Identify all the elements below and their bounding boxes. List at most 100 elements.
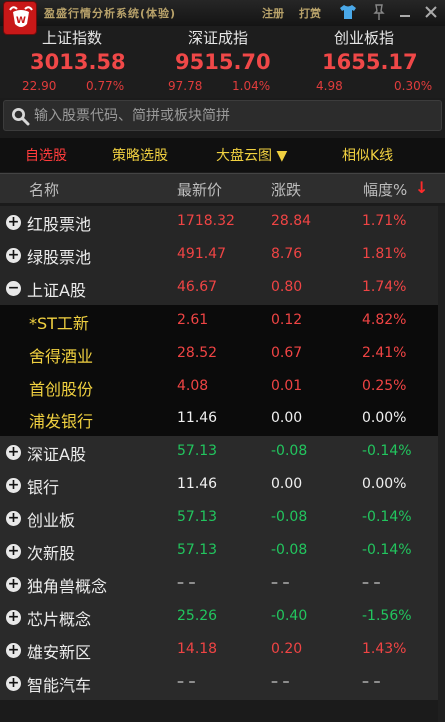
row-price: 57.13: [177, 509, 218, 526]
toggle-glyph: +: [7, 477, 20, 494]
row-name: 次新股: [27, 544, 76, 563]
app-title: 盈盛行情分析系统(体验): [44, 7, 177, 20]
header-pct[interactable]: 幅度%: [363, 179, 407, 200]
row-change: 0.20: [271, 640, 303, 657]
expand-icon[interactable]: +: [6, 641, 21, 658]
table-row[interactable]: + 深证A股 57.13 -0.08 -0.14%: [0, 436, 445, 470]
row-change: – –: [271, 574, 290, 591]
row-pct: -1.56%: [362, 607, 412, 624]
tab-strategy[interactable]: 策略选股: [112, 145, 168, 165]
toggle-glyph: +: [7, 674, 20, 691]
pin-icon[interactable]: [370, 3, 388, 21]
table-row[interactable]: 舍得酒业 28.52 0.67 2.41%: [0, 337, 445, 371]
row-name: 银行: [27, 478, 60, 498]
register-link[interactable]: 注册: [262, 5, 284, 21]
row-name: 深证A股: [27, 445, 86, 465]
row-price: 28.52: [177, 344, 218, 361]
table-row[interactable]: + 绿股票池 491.47 8.76 1.81%: [0, 238, 445, 272]
expand-icon[interactable]: +: [6, 444, 21, 461]
expand-icon[interactable]: +: [6, 215, 21, 230]
search-input[interactable]: [34, 103, 434, 128]
row-pct: 2.41%: [362, 344, 407, 361]
scrollbar[interactable]: [438, 206, 445, 722]
table-row[interactable]: + 银行 11.46 0.00 0.00%: [0, 469, 445, 503]
index-shanghai[interactable]: 上证指数 3013.58 22.90 0.77%: [0, 26, 148, 98]
shirt-icon[interactable]: [339, 3, 357, 21]
row-price: 1718.32: [177, 213, 235, 229]
tab-bar: 自选股 策略选股 大盘云图 ▼ 相似K线: [0, 138, 445, 172]
row-name: 上证A股: [27, 280, 86, 300]
header-change[interactable]: 涨跌: [271, 179, 301, 200]
row-price: 11.46: [177, 410, 218, 427]
index-value: 1655.17: [322, 50, 418, 74]
row-pct: 1.43%: [362, 640, 407, 657]
row-name: 浦发银行: [29, 412, 94, 432]
row-price: 57.13: [177, 443, 218, 460]
index-name: 深证成指: [188, 29, 249, 47]
app-logo-icon: W: [3, 1, 37, 35]
row-change: -0.40: [271, 607, 308, 624]
expand-icon[interactable]: +: [6, 477, 21, 494]
collapse-icon[interactable]: −: [6, 280, 21, 296]
toggle-glyph: +: [7, 444, 20, 461]
header-name[interactable]: 名称: [29, 179, 59, 200]
row-pct: – –: [362, 574, 381, 591]
expand-icon[interactable]: +: [6, 674, 21, 691]
row-name: 雄安新区: [27, 642, 92, 662]
table-row[interactable]: + 独角兽概念 – – – – – –: [0, 567, 445, 601]
expand-icon[interactable]: +: [6, 510, 21, 527]
index-change: 4.98: [316, 79, 343, 93]
toggle-glyph: +: [7, 575, 20, 592]
search-icon: [10, 106, 30, 126]
table-row[interactable]: *ST工新 2.61 0.12 4.82%: [0, 304, 445, 338]
index-pct: 0.30%: [394, 79, 433, 93]
search-box[interactable]: [3, 100, 442, 131]
tab-market-cloud[interactable]: 大盘云图 ▼: [216, 145, 287, 165]
row-pct: -0.14%: [362, 443, 412, 460]
row-price: 46.67: [177, 278, 218, 295]
toggle-glyph: +: [7, 246, 20, 263]
toggle-glyph: +: [7, 510, 20, 527]
table-row[interactable]: + 智能汽车 – – – – – –: [0, 666, 445, 700]
table-row[interactable]: + 次新股 57.13 -0.08 -0.14%: [0, 535, 445, 568]
row-change: 28.84: [271, 213, 312, 229]
table-row[interactable]: 浦发银行 11.46 0.00 0.00%: [0, 403, 445, 437]
minimize-icon[interactable]: [396, 3, 414, 21]
table-row[interactable]: + 雄安新区 14.18 0.20 1.43%: [0, 633, 445, 667]
row-pct: 4.82%: [362, 311, 407, 328]
row-price: 491.47: [177, 245, 226, 262]
row-name: 芯片概念: [27, 609, 92, 629]
toggle-glyph: +: [7, 543, 20, 559]
table-row[interactable]: − 上证A股 46.67 0.80 1.74%: [0, 271, 445, 305]
header-price[interactable]: 最新价: [177, 179, 222, 200]
index-name: 上证指数: [42, 29, 103, 47]
tip-link[interactable]: 打赏: [299, 5, 321, 21]
row-pct: -0.14%: [362, 542, 412, 558]
row-change: -0.08: [271, 542, 308, 558]
table-row[interactable]: + 创业板 57.13 -0.08 -0.14%: [0, 502, 445, 536]
table-row[interactable]: + 芯片概念 25.26 -0.40 -1.56%: [0, 600, 445, 634]
expand-icon[interactable]: +: [6, 575, 21, 592]
index-shenzhen[interactable]: 深证成指 9515.70 97.78 1.04%: [148, 26, 296, 98]
row-change: -0.08: [271, 509, 308, 526]
sort-desc-icon[interactable]: ↓: [415, 178, 428, 197]
row-pct: 0.25%: [362, 377, 407, 394]
expand-icon[interactable]: +: [6, 246, 21, 263]
index-chinext[interactable]: 创业板指 1655.17 4.98 0.30%: [296, 26, 444, 98]
row-change: 0.01: [271, 377, 303, 394]
close-icon[interactable]: [422, 3, 440, 21]
row-pct: 1.71%: [362, 213, 407, 229]
expand-icon[interactable]: +: [6, 609, 21, 625]
tab-similar-kline[interactable]: 相似K线: [342, 145, 393, 165]
row-change: 0.00: [271, 410, 303, 427]
table-row[interactable]: 首创股份 4.08 0.01 0.25%: [0, 370, 445, 404]
expand-icon[interactable]: +: [6, 544, 21, 559]
toggle-glyph: +: [7, 641, 20, 658]
row-change: 0.67: [271, 344, 303, 361]
row-change: 0.12: [271, 311, 303, 328]
index-pct: 0.77%: [86, 79, 125, 93]
row-name: 首创股份: [29, 379, 94, 399]
table-header: 名称 最新价 涨跌 幅度% ↓: [0, 173, 445, 203]
table-row[interactable]: + 红股票池 1718.32 28.84 1.71%: [0, 206, 445, 239]
tab-watchlist[interactable]: 自选股: [25, 145, 67, 165]
